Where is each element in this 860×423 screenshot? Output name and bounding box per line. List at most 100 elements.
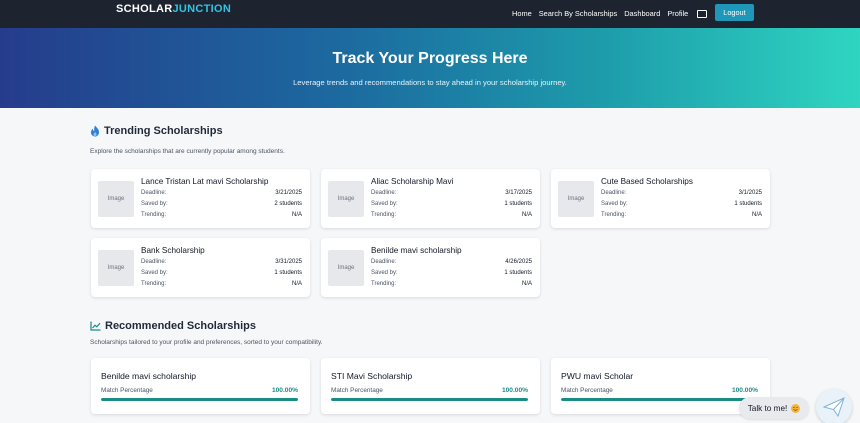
deadline-value: 4/26/2025 xyxy=(505,259,532,265)
deadline-value: 3/1/2025 xyxy=(738,190,762,196)
trending-value: N/A xyxy=(521,281,532,287)
saved-value: 1 students xyxy=(734,201,762,207)
logout-button[interactable]: Logout xyxy=(715,4,754,21)
recommended-description: Scholarships tailored to your profile an… xyxy=(90,339,323,346)
deadline-label: Deadline: xyxy=(371,190,397,196)
saved-label: Saved by: xyxy=(141,201,168,207)
recommended-section-title: Recommended Scholarships xyxy=(90,320,256,332)
deadline-row: Deadline: 4/26/2025 xyxy=(371,259,532,265)
saved-row: Saved by: 1 students xyxy=(141,270,302,276)
nav-link-home[interactable]: Home xyxy=(512,9,532,18)
match-progress-bar xyxy=(101,398,298,401)
match-percentage-label: Match Percentage xyxy=(101,387,153,394)
trending-card-name: Lance Tristan Lat mavi Scholarship xyxy=(141,177,269,186)
saved-row: Saved by: 1 students xyxy=(601,201,762,207)
deadline-row: Deadline: 3/17/2025 xyxy=(371,190,532,196)
deadline-row: Deadline: 3/31/2025 xyxy=(141,259,302,265)
trending-card-name: Benilde mavi scholarship xyxy=(371,246,462,255)
saved-row: Saved by: 1 students xyxy=(371,201,532,207)
trending-row: Trending: N/A xyxy=(141,212,302,218)
match-percentage-label: Match Percentage xyxy=(561,387,613,394)
trending-card-name: Aliac Scholarship Mavi xyxy=(371,177,454,186)
recommended-card-name: STI Mavi Scholarship xyxy=(331,371,413,381)
trending-value: N/A xyxy=(521,212,532,218)
deadline-label: Deadline: xyxy=(371,259,397,265)
match-progress-bar xyxy=(561,398,758,401)
chat-open-button[interactable] xyxy=(816,389,852,423)
scholarship-image-placeholder: Image xyxy=(98,181,134,217)
match-percentage-value: 100.00% xyxy=(731,387,758,394)
recommended-card[interactable]: PWU mavi Scholar Match Percentage 100.00% xyxy=(551,358,770,414)
recommended-card-name: PWU mavi Scholar xyxy=(561,371,634,381)
match-progress-fill xyxy=(331,398,528,401)
chat-talk-pill[interactable]: Talk to me! xyxy=(739,397,809,419)
brand-part1: SCHOLAR xyxy=(116,3,173,15)
trending-description: Explore the scholarships that are curren… xyxy=(90,148,285,155)
nav-link-search-by-scholarships[interactable]: Search By Scholarships xyxy=(539,9,617,18)
deadline-value: 3/31/2025 xyxy=(275,259,302,265)
saved-value: 2 students xyxy=(274,201,302,207)
trending-row: Trending: N/A xyxy=(141,281,302,287)
hero-subtitle: Leverage trends and recommendations to s… xyxy=(293,78,567,87)
recommended-card[interactable]: Benilde mavi scholarship Match Percentage… xyxy=(91,358,310,414)
recommended-card[interactable]: STI Mavi Scholarship Match Percentage 100.… xyxy=(321,358,540,414)
hero-banner: Track Your Progress Here Leverage trends… xyxy=(0,28,860,108)
match-progress-bar xyxy=(331,398,528,401)
trending-row: Trending: N/A xyxy=(601,212,762,218)
match-percentage-value: 100.00% xyxy=(501,387,528,394)
saved-row: Saved by: 2 students xyxy=(141,201,302,207)
trending-label: Trending: xyxy=(371,281,397,287)
scholarship-image-placeholder: Image xyxy=(328,250,364,286)
trending-card[interactable]: Image Lance Tristan Lat mavi Scholarship D… xyxy=(91,169,310,228)
match-progress-fill xyxy=(101,398,298,401)
trending-label: Trending: xyxy=(141,212,167,218)
brand-part2: JUNCTION xyxy=(172,3,232,15)
nav-link-dashboard[interactable]: Dashboard xyxy=(624,9,660,18)
chart-line-icon xyxy=(90,321,101,331)
brand-logo[interactable]: SCHOLARJUNCTION xyxy=(116,3,231,15)
trending-card[interactable]: Image Benilde mavi scholarship Deadline: 4/… xyxy=(321,238,540,297)
deadline-value: 3/21/2025 xyxy=(275,190,302,196)
saved-label: Saved by: xyxy=(371,201,398,207)
deadline-label: Deadline: xyxy=(141,190,167,196)
saved-value: 1 students xyxy=(504,201,532,207)
saved-value: 1 students xyxy=(504,270,532,276)
deadline-row: Deadline: 3/1/2025 xyxy=(601,190,762,196)
trending-label: Trending: xyxy=(371,212,397,218)
match-percentage-value: 100.00% xyxy=(271,387,298,394)
scholarship-image-placeholder: Image xyxy=(328,181,364,217)
trending-value: N/A xyxy=(291,212,302,218)
window-icon[interactable] xyxy=(697,9,708,18)
trending-card[interactable]: Image Bank Scholarship Deadline: 3/31/2025 S… xyxy=(91,238,310,297)
fire-icon xyxy=(91,125,99,137)
trending-label: Trending: xyxy=(601,212,627,218)
trending-row: Trending: N/A xyxy=(371,281,532,287)
trending-section-title: Trending Scholarships xyxy=(90,125,223,137)
trending-card-name: Bank Scholarship xyxy=(141,246,205,255)
match-percentage-label: Match Percentage xyxy=(331,387,383,394)
chat-label: Talk to me! xyxy=(747,403,788,413)
trending-value: N/A xyxy=(291,281,302,287)
match-progress-fill xyxy=(561,398,758,401)
trending-card[interactable]: Image Cute Based Scholarships Deadline: 3/1… xyxy=(551,169,770,228)
saved-label: Saved by: xyxy=(141,270,168,276)
saved-value: 1 students xyxy=(274,270,302,276)
trending-card-name: Cute Based Scholarships xyxy=(601,177,693,186)
trending-value: N/A xyxy=(751,212,762,218)
nav-link-profile[interactable]: Profile xyxy=(667,9,688,18)
deadline-label: Deadline: xyxy=(141,259,167,265)
hero-title: Track Your Progress Here xyxy=(332,50,528,67)
trending-card[interactable]: Image Aliac Scholarship Mavi Deadline: 3/17… xyxy=(321,169,540,228)
trending-label: Trending: xyxy=(141,281,167,287)
deadline-value: 3/17/2025 xyxy=(505,190,532,196)
scholarship-image-placeholder: Image xyxy=(98,250,134,286)
saved-row: Saved by: 1 students xyxy=(371,270,532,276)
trending-title: Trending Scholarships xyxy=(104,125,223,137)
deadline-label: Deadline: xyxy=(601,190,627,196)
trending-row: Trending: N/A xyxy=(371,212,532,218)
recommended-card-name: Benilde mavi scholarship xyxy=(101,371,197,381)
nav-links: Home Search By Scholarships Dashboard Pr… xyxy=(512,4,754,22)
saved-label: Saved by: xyxy=(601,201,628,207)
recommended-title: Recommended Scholarships xyxy=(105,320,256,332)
navbar: SCHOLARJUNCTION Home Search By Scholarsh… xyxy=(0,0,860,28)
